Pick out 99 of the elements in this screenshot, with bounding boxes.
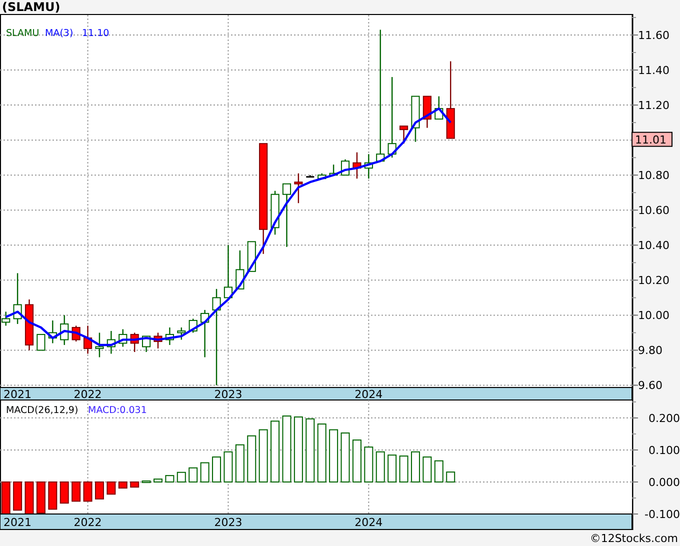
candlestick bbox=[329, 164, 338, 176]
histogram-bar bbox=[306, 418, 315, 482]
histogram-bar bbox=[36, 481, 46, 514]
chart-title: (SLAMU) bbox=[2, 0, 60, 14]
candlestick bbox=[422, 96, 432, 128]
histogram-bar bbox=[188, 467, 198, 482]
y-axis-label: 10.00 bbox=[638, 309, 670, 322]
histogram-bar bbox=[24, 481, 34, 514]
candlestick bbox=[282, 183, 292, 247]
y-axis-label: 0.100 bbox=[648, 444, 680, 457]
y-axis-label: 0.200 bbox=[648, 412, 680, 425]
histogram-bar bbox=[154, 478, 162, 482]
histogram-bar bbox=[434, 460, 444, 482]
histogram-bar bbox=[235, 444, 244, 482]
candlestick bbox=[2, 312, 10, 326]
histogram-bar bbox=[340, 432, 350, 482]
histogram-bar bbox=[165, 475, 174, 482]
histogram-bar bbox=[94, 481, 104, 500]
histogram-bar bbox=[83, 481, 92, 502]
candlestick bbox=[154, 332, 162, 348]
y-axis-label: 11.20 bbox=[638, 99, 670, 112]
y-axis-label: 10.80 bbox=[638, 169, 670, 182]
histogram-bar bbox=[270, 420, 280, 482]
histogram-bar bbox=[376, 451, 385, 482]
histogram-bar bbox=[410, 451, 420, 482]
candlestick bbox=[48, 320, 57, 344]
candlestick bbox=[352, 152, 362, 179]
x-axis-label: 2024 bbox=[354, 516, 383, 529]
histogram-bar bbox=[258, 429, 268, 482]
x-axis-label: 2021 bbox=[4, 516, 32, 529]
y-axis-label: 11.40 bbox=[638, 64, 670, 78]
y-axis-label: 10.20 bbox=[638, 274, 670, 288]
histogram-bar bbox=[388, 454, 397, 482]
x-axis-label: 2021 bbox=[4, 388, 32, 401]
histogram-bar bbox=[72, 481, 81, 502]
histogram-bar bbox=[200, 462, 210, 482]
histogram-bar bbox=[60, 481, 69, 504]
histogram-bar bbox=[118, 481, 128, 489]
legend-label: MACD(26,12,9) bbox=[6, 405, 78, 416]
candlestick bbox=[364, 154, 373, 179]
histogram-bar bbox=[48, 481, 58, 510]
histogram-bar bbox=[1, 481, 10, 514]
candlestick bbox=[36, 334, 46, 351]
candlestick bbox=[411, 96, 420, 142]
y-axis-label: 9.80 bbox=[638, 344, 662, 358]
legend-label: MA(3) bbox=[45, 28, 74, 39]
candlestick bbox=[142, 336, 151, 352]
histogram-bar bbox=[317, 424, 326, 482]
candlestick bbox=[60, 315, 69, 345]
x-axis-label: 2024 bbox=[354, 388, 383, 401]
histogram-bar bbox=[106, 481, 116, 495]
candlestick bbox=[294, 173, 303, 204]
histogram-bar bbox=[446, 472, 456, 482]
credit-text: ©12Stocks.com bbox=[590, 532, 678, 544]
y-axis-label: 10.60 bbox=[638, 204, 670, 218]
legend-value: 11.10 bbox=[82, 28, 110, 39]
candlestick bbox=[106, 330, 116, 354]
histogram-bar bbox=[282, 416, 292, 482]
candlestick bbox=[83, 326, 92, 354]
candlestick bbox=[306, 175, 314, 178]
histogram-bar bbox=[422, 456, 432, 482]
candlestick bbox=[224, 245, 233, 298]
candlestick bbox=[270, 190, 280, 235]
y-axis-label: 9.60 bbox=[638, 379, 662, 392]
candlestick bbox=[24, 299, 34, 350]
histogram-bar bbox=[13, 481, 22, 511]
histogram-bar bbox=[329, 429, 338, 482]
histogram-bar bbox=[130, 481, 140, 488]
histogram-bar bbox=[224, 451, 233, 482]
histogram-bar bbox=[212, 456, 222, 482]
price-tag: 11.01 bbox=[632, 132, 672, 147]
histogram-bar bbox=[294, 416, 303, 482]
y-axis-label: 0.000 bbox=[648, 476, 680, 489]
histogram-bar bbox=[399, 456, 408, 482]
candlestick bbox=[318, 173, 326, 180]
histogram-bar bbox=[247, 435, 256, 482]
candlestick bbox=[13, 273, 22, 324]
legend-label: SLAMU bbox=[6, 28, 40, 39]
x-axis-label: 2023 bbox=[214, 516, 242, 529]
y-axis-label: 11.60 bbox=[638, 29, 670, 42]
x-axis-label: 2023 bbox=[214, 388, 242, 401]
y-axis-label: -0.100 bbox=[644, 508, 680, 521]
x-axis-label: 2022 bbox=[74, 516, 102, 529]
candlestick bbox=[130, 332, 139, 352]
histogram-bar bbox=[352, 440, 362, 482]
histogram-bar bbox=[176, 472, 186, 482]
candlestick bbox=[118, 329, 128, 347]
candlestick bbox=[165, 327, 174, 345]
x-axis-label: 2022 bbox=[74, 388, 102, 401]
histogram-bar bbox=[364, 446, 374, 482]
legend-value: MACD:0.031 bbox=[88, 405, 147, 416]
candlestick bbox=[200, 310, 210, 358]
y-axis-label: 10.40 bbox=[638, 239, 670, 252]
candlestick bbox=[236, 250, 244, 290]
candlestick bbox=[177, 327, 186, 340]
candlestick bbox=[95, 332, 104, 358]
candlestick bbox=[399, 126, 408, 144]
candlestick bbox=[434, 96, 444, 120]
histogram-bar bbox=[142, 480, 151, 484]
